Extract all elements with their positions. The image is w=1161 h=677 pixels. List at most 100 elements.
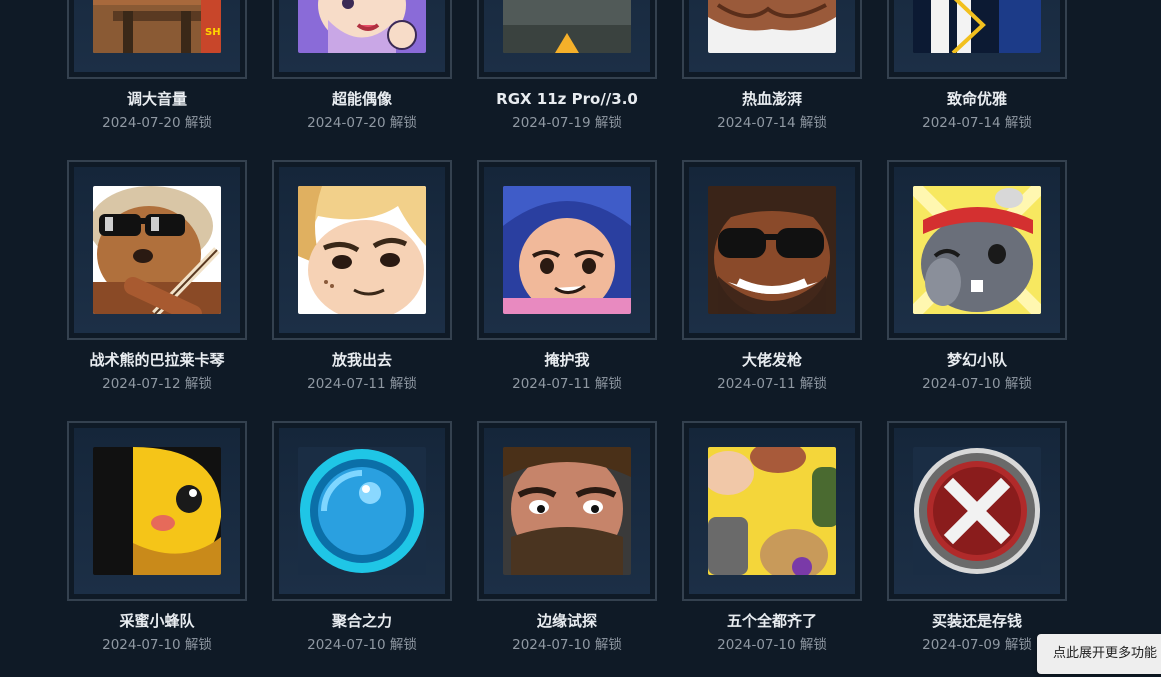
unlock-date-value: 2024-07-11 [512,376,591,392]
achievement-card[interactable]: 聚合之力 2024-07-10 解锁 [272,421,452,677]
rgx-blaster-icon [503,0,631,53]
achievement-card[interactable]: 边缘试探 2024-07-10 解锁 [477,421,657,677]
unlock-label: 解锁 [389,115,417,131]
achievement-unlock-date: 2024-07-14 解锁 [877,114,1077,132]
achievement-frame [682,421,862,601]
unlock-date-value: 2024-07-10 [922,376,1001,392]
achievement-frame [67,160,247,340]
svg-text:SH: SH [205,27,221,38]
tactical-bear-balalaika-icon [93,186,221,314]
unlock-date-value: 2024-07-14 [717,115,796,131]
achievement-name: 采蜜小蜂队 [119,612,195,630]
achievement-unlock-date: 2024-07-14 解锁 [672,114,872,132]
achievement-card[interactable]: 掩护我 2024-07-11 解锁 [477,160,657,421]
achievement-frame [272,160,452,340]
unlock-label: 解锁 [594,376,622,392]
achievement-unlock-date: 2024-07-12 解锁 [57,375,257,393]
unlock-label: 解锁 [389,637,417,653]
unlock-label: 解锁 [799,637,827,653]
unlock-label: 解锁 [184,376,212,392]
elegant-agent-icon [913,0,1041,53]
achievement-frame [682,160,862,340]
achievement-card[interactable]: 热血澎湃 2024-07-14 解锁 [682,0,862,160]
unlock-date-value: 2024-07-10 [717,637,796,653]
achievement-card[interactable]: RGX 11z Pro//3.0 2024-07-19 解锁 [477,0,657,160]
unlock-label: 解锁 [1004,637,1032,653]
achievement-card[interactable]: 梦幻小队 2024-07-10 解锁 [887,160,1067,421]
achievement-name: 梦幻小队 [946,351,1007,369]
unlock-date-value: 2024-07-09 [922,637,1001,653]
achievement-unlock-date: 2024-07-11 解锁 [262,375,462,393]
blonde-agent-icon [298,186,426,314]
achievement-unlock-date: 2024-07-20 解锁 [57,114,257,132]
blue-hair-girl-icon [503,186,631,314]
bear-guitar-icon: SH [93,0,221,53]
achievement-name: 战术熊的巴拉莱卡琴 [89,351,225,369]
achievement-card[interactable]: 采蜜小蜂队 2024-07-10 解锁 [67,421,247,677]
unlock-label: 解锁 [1004,115,1032,131]
achievement-unlock-date: 2024-07-10 解锁 [57,636,257,654]
fist-bump-icon [708,0,836,53]
achievement-grid: SH 调大音量 2024-07-20 解锁 超能偶像 2024-07-20 解锁 RG… [67,0,1067,677]
unlock-date-value: 2024-07-19 [512,115,591,131]
achievement-unlock-date: 2024-07-11 解锁 [467,375,667,393]
unlock-label: 解锁 [184,637,212,653]
achievement-frame [477,160,657,340]
unlock-label: 解锁 [594,115,622,131]
achievement-name: 边缘试探 [536,612,597,630]
achievement-name: 超能偶像 [331,90,392,108]
achievement-unlock-date: 2024-07-10 解锁 [262,636,462,654]
achievement-card[interactable]: 放我出去 2024-07-11 解锁 [272,160,452,421]
unlock-label: 解锁 [389,376,417,392]
achievement-name: 调大音量 [126,90,187,108]
red-x-icon [913,447,1041,575]
yellow-bee-icon [93,447,221,575]
unlock-date-value: 2024-07-14 [922,115,1001,131]
unlock-label: 解锁 [1004,376,1032,392]
achievement-frame [67,421,247,601]
achievement-card[interactable]: 战术熊的巴拉莱卡琴 2024-07-12 解锁 [67,160,247,421]
unlock-label: 解锁 [594,637,622,653]
achievement-unlock-date: 2024-07-10 解锁 [467,636,667,654]
achievement-frame [477,421,657,601]
unlock-date-value: 2024-07-20 [102,115,181,131]
unlock-date-value: 2024-07-11 [717,376,796,392]
achievement-name: 热血澎湃 [741,90,802,108]
achievement-card[interactable]: 超能偶像 2024-07-20 解锁 [272,0,452,160]
achievement-name: 掩护我 [544,351,590,369]
unlock-label: 解锁 [184,115,212,131]
unlock-label: 解锁 [799,376,827,392]
sunglasses-man-icon [708,186,836,314]
achievement-unlock-date: 2024-07-10 解锁 [877,375,1077,393]
achievement-name: 大佬发枪 [741,351,802,369]
unlock-date-value: 2024-07-20 [307,115,386,131]
five-fists-icon [708,447,836,575]
achievement-frame [477,0,657,79]
achievement-unlock-date: 2024-07-19 解锁 [467,114,667,132]
achievement-name: 聚合之力 [331,612,392,630]
achievement-frame [887,0,1067,79]
achievement-frame [272,421,452,601]
achievement-card[interactable]: 大佬发枪 2024-07-11 解锁 [682,160,862,421]
unlock-label: 解锁 [799,115,827,131]
achievement-name: 致命优雅 [946,90,1007,108]
bandana-rabbit-icon [913,186,1041,314]
unlock-date-value: 2024-07-10 [512,637,591,653]
blue-orb-icon [298,447,426,575]
achievement-name: 放我出去 [331,351,392,369]
achievement-name: RGX 11z Pro//3.0 [496,90,638,108]
bearded-man-icon [503,447,631,575]
achievement-unlock-date: 2024-07-10 解锁 [672,636,872,654]
achievement-frame [887,421,1067,601]
achievement-name: 五个全都齐了 [726,612,817,630]
achievement-card[interactable]: SH 调大音量 2024-07-20 解锁 [67,0,247,160]
achievement-page: SH 调大音量 2024-07-20 解锁 超能偶像 2024-07-20 解锁 RG… [0,0,1161,677]
achievement-frame [682,0,862,79]
achievement-card[interactable]: 致命优雅 2024-07-14 解锁 [887,0,1067,160]
achievement-frame [272,0,452,79]
achievement-name: 买装还是存钱 [931,612,1022,630]
achievement-card[interactable]: 五个全都齐了 2024-07-10 解锁 [682,421,862,677]
achievement-frame [887,160,1067,340]
expand-more-features-tooltip[interactable]: 点此展开更多功能 [1037,634,1161,674]
achievement-unlock-date: 2024-07-20 解锁 [262,114,462,132]
